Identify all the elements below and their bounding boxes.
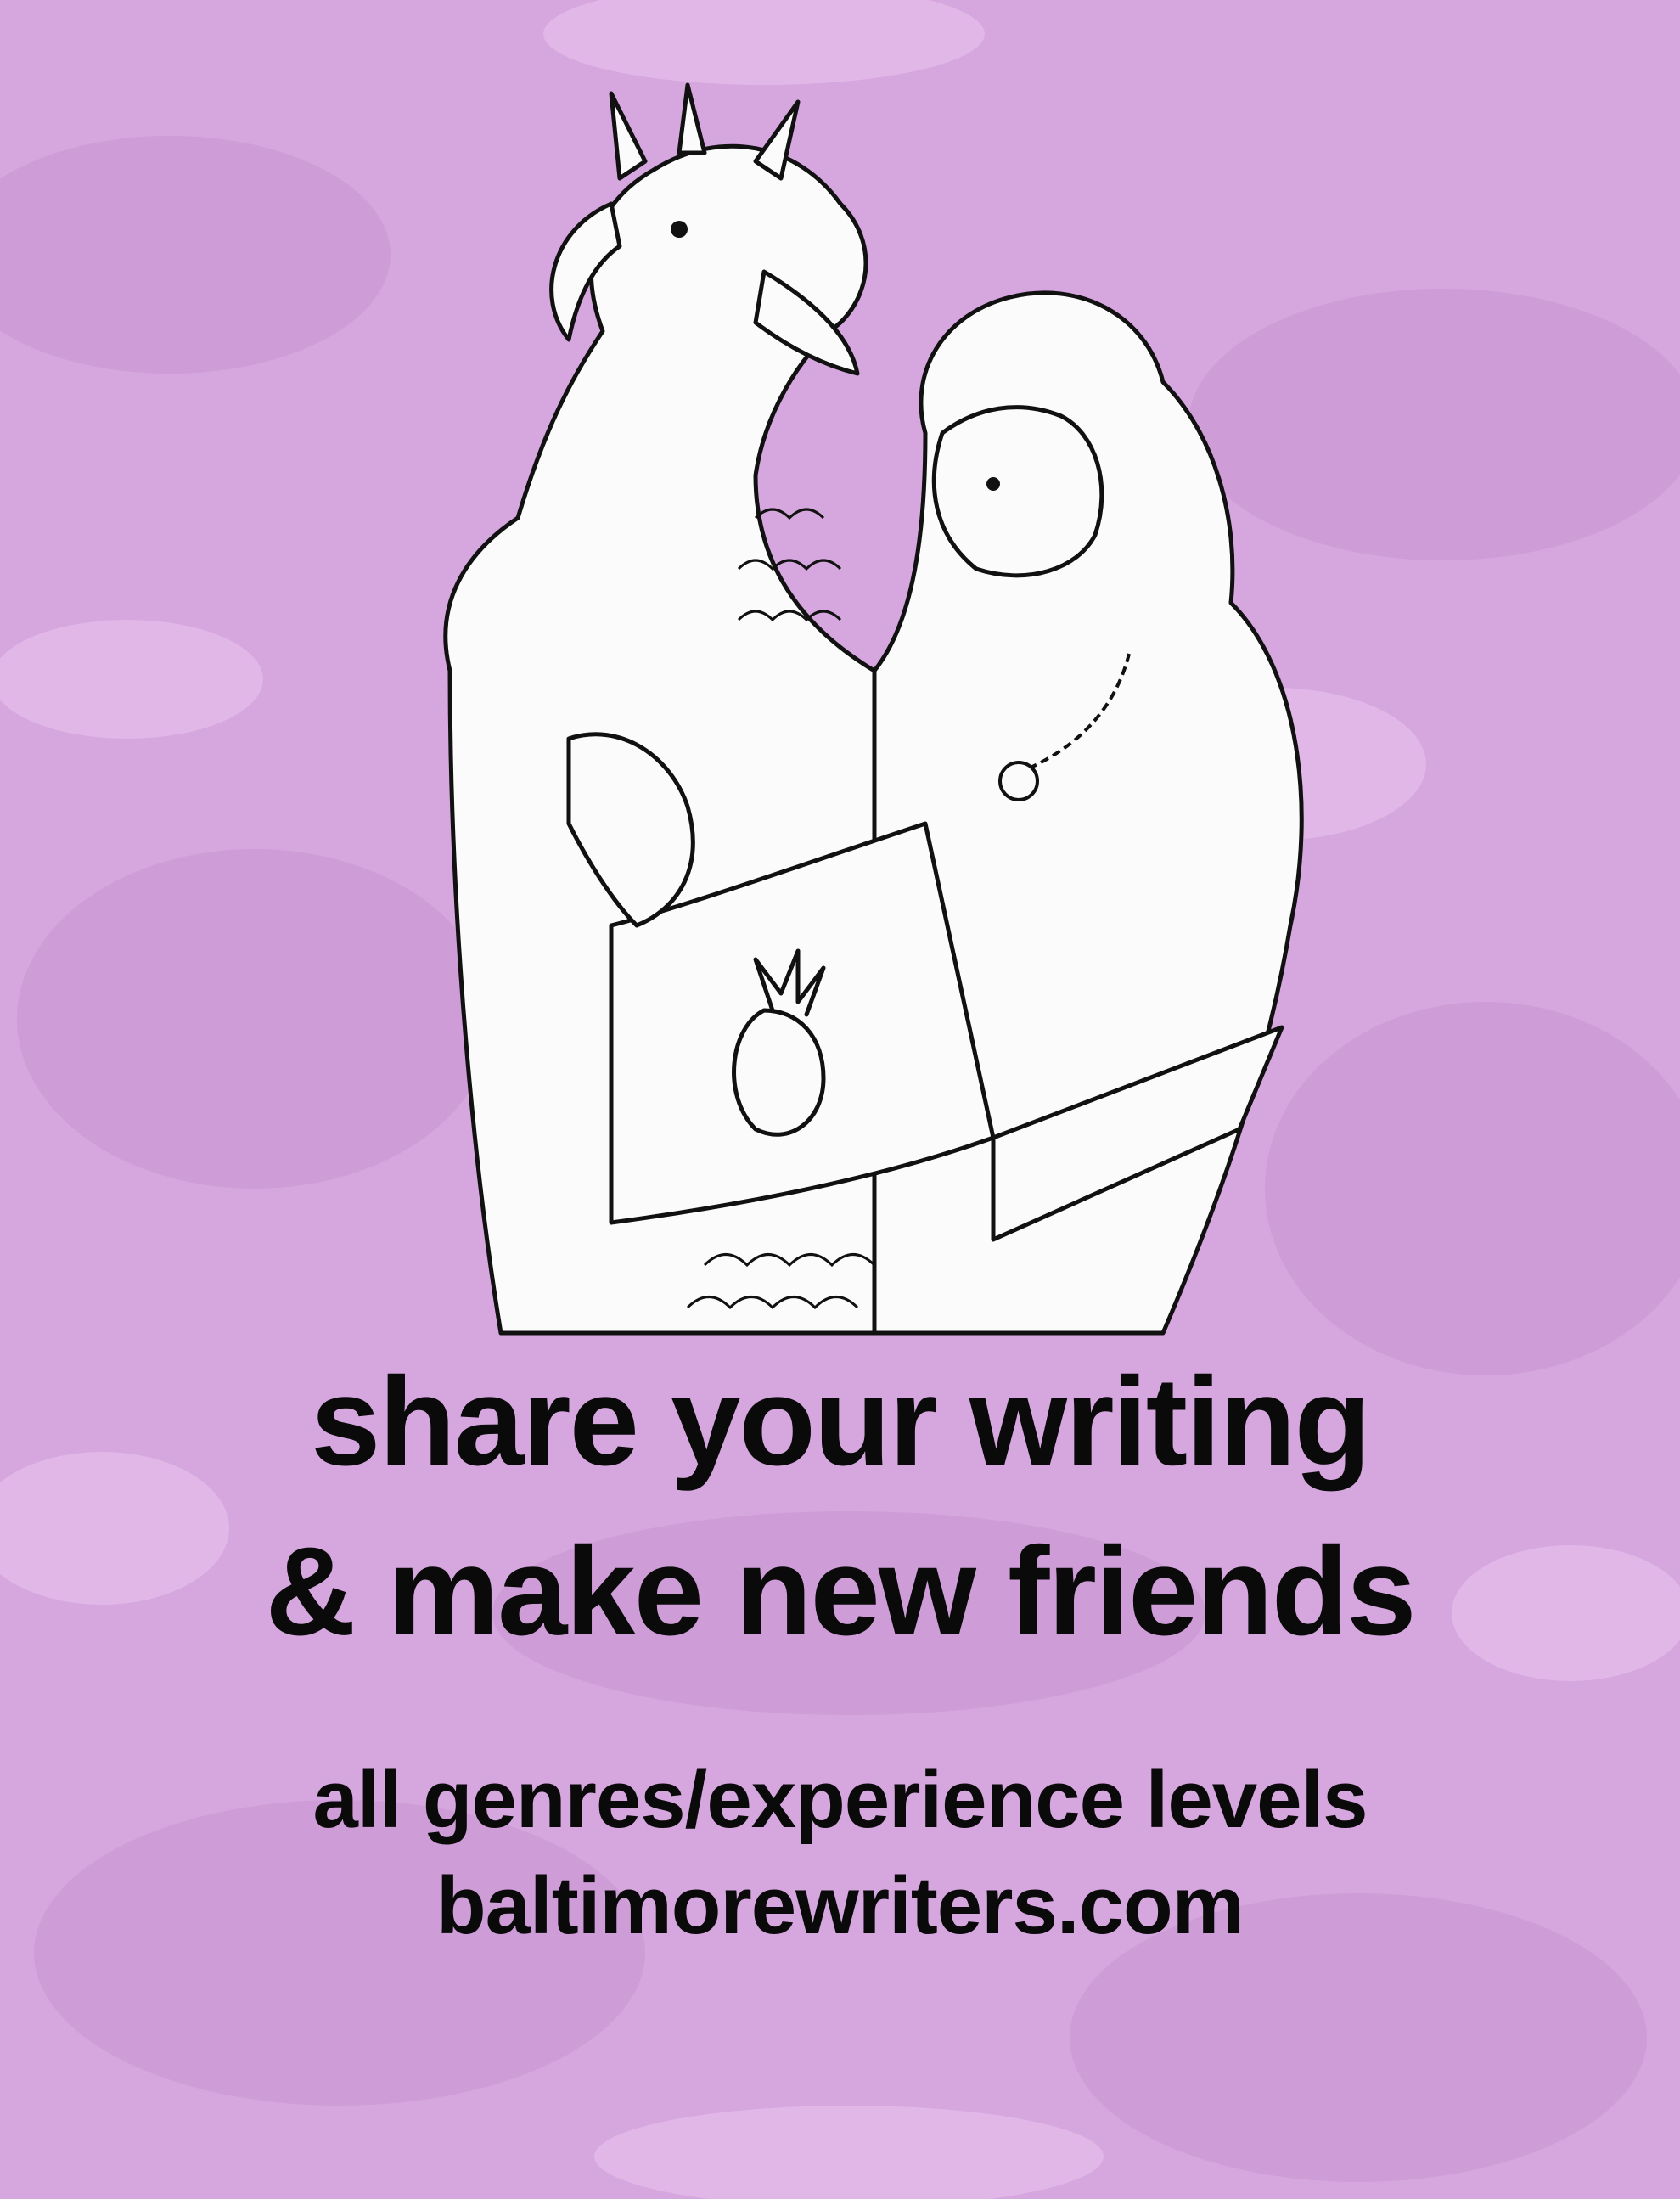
headline-line-2: & make new friends — [265, 1521, 1416, 1662]
dragon-and-lion-illustration — [443, 82, 1304, 1336]
genres-subline: all genres/experience levels — [312, 1754, 1368, 1845]
website-url: baltimorewriters.com — [436, 1860, 1245, 1951]
headline-line-1: share your writing — [311, 1352, 1371, 1492]
